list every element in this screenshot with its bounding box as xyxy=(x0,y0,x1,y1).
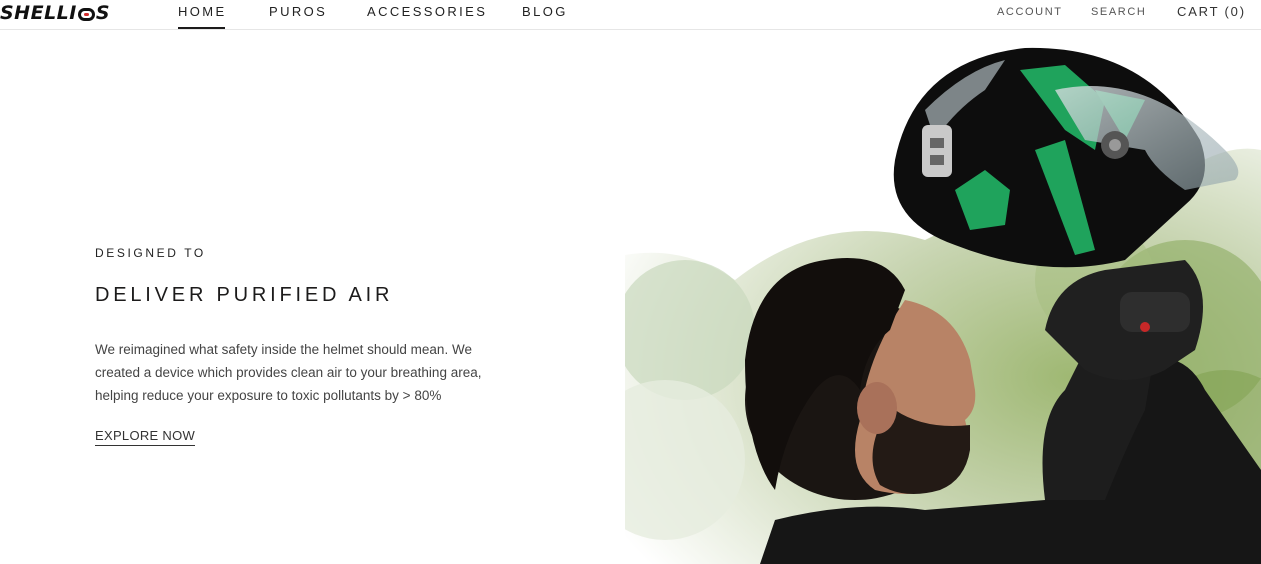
nav-blog[interactable]: BLOG xyxy=(522,4,568,19)
nav-accessories[interactable]: ACCESSORIES xyxy=(367,4,487,19)
shellios-logo[interactable]: SHELLI S xyxy=(0,0,110,26)
account-link[interactable]: ACCOUNT xyxy=(997,6,1063,18)
hero-headline: DELIVER PURIFIED AIR xyxy=(95,284,394,306)
hero-kicker: DESIGNED TO xyxy=(95,246,206,260)
nav-home[interactable]: HOME xyxy=(178,4,227,29)
cart-link[interactable]: CART (0) xyxy=(1177,4,1246,19)
hero-body: We reimagined what safety inside the hel… xyxy=(95,342,482,403)
explore-now-link[interactable]: EXPLORE NOW xyxy=(95,428,196,446)
hero-image xyxy=(625,30,1261,564)
search-link[interactable]: SEARCH xyxy=(1091,6,1146,18)
site-header: SHELLI S HOME PUROS ACCESSORIES BLOG ACCO… xyxy=(0,0,1261,30)
nav-puros[interactable]: PUROS xyxy=(269,4,327,19)
